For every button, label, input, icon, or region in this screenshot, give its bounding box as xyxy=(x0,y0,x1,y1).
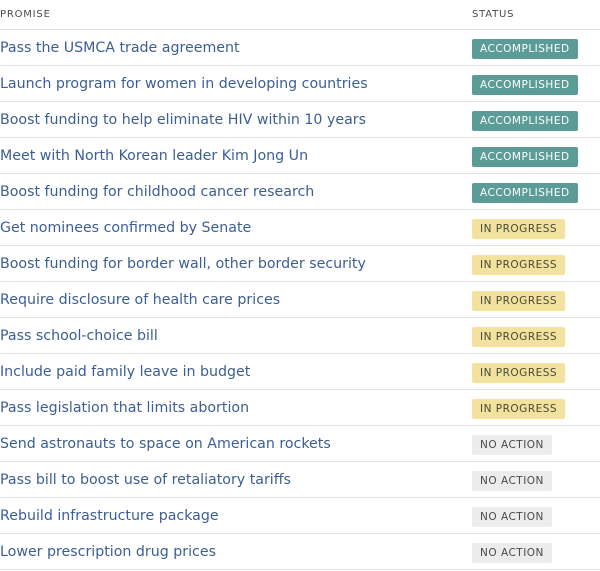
promise-link[interactable]: Pass school-choice bill xyxy=(0,328,472,344)
promise-link[interactable]: Get nominees confirmed by Senate xyxy=(0,220,472,236)
promise-link[interactable]: Pass legislation that limits abortion xyxy=(0,400,472,416)
promise-column-header: PROMISE xyxy=(0,9,51,20)
status-cell: IN PROGRESS xyxy=(472,253,600,275)
status-badge: IN PROGRESS xyxy=(472,326,566,347)
promise-link[interactable]: Meet with North Korean leader Kim Jong U… xyxy=(0,148,472,164)
status-badge: NO ACTION xyxy=(472,470,552,491)
status-cell: ACCOMPLISHED xyxy=(472,181,600,203)
status-badge: ACCOMPLISHED xyxy=(472,74,578,95)
status-column-header: STATUS xyxy=(472,9,515,20)
status-cell: ACCOMPLISHED xyxy=(472,37,600,59)
promise-link[interactable]: Lower prescription drug prices xyxy=(0,544,472,560)
table-row: Send astronauts to space on American roc… xyxy=(0,426,600,462)
table-row: Lower prescription drug prices NO ACTION xyxy=(0,534,600,570)
table-row: Boost funding for border wall, other bor… xyxy=(0,246,600,282)
status-cell: ACCOMPLISHED xyxy=(472,109,600,131)
status-cell: ACCOMPLISHED xyxy=(472,145,600,167)
table-row: Launch program for women in developing c… xyxy=(0,66,600,102)
status-badge: NO ACTION xyxy=(472,434,552,455)
status-cell: ACCOMPLISHED xyxy=(472,73,600,95)
status-badge: NO ACTION xyxy=(472,506,552,527)
status-badge: ACCOMPLISHED xyxy=(472,146,578,167)
table-row: Pass legislation that limits abortion IN … xyxy=(0,390,600,426)
status-cell: NO ACTION xyxy=(472,433,600,455)
table-row: Boost funding to help eliminate HIV with… xyxy=(0,102,600,138)
status-cell: IN PROGRESS xyxy=(472,397,600,419)
table-row: Include paid family leave in budget IN PR… xyxy=(0,354,600,390)
table-row: Pass school-choice bill IN PROGRESS xyxy=(0,318,600,354)
status-cell: IN PROGRESS xyxy=(472,217,600,239)
promise-link[interactable]: Boost funding for childhood cancer resea… xyxy=(0,184,472,200)
table-header: PROMISE STATUS xyxy=(0,0,600,30)
promise-link[interactable]: Pass the USMCA trade agreement xyxy=(0,40,472,56)
status-badge: IN PROGRESS xyxy=(472,398,566,419)
status-badge: IN PROGRESS xyxy=(472,218,566,239)
table-row: Meet with North Korean leader Kim Jong U… xyxy=(0,138,600,174)
status-cell: NO ACTION xyxy=(472,469,600,491)
table-row: Get nominees confirmed by Senate IN PROGR… xyxy=(0,210,600,246)
status-cell: NO ACTION xyxy=(472,505,600,527)
status-cell: IN PROGRESS xyxy=(472,325,600,347)
promise-link[interactable]: Send astronauts to space on American roc… xyxy=(0,436,472,452)
table-row: Pass the USMCA trade agreement ACCOMPLISH… xyxy=(0,30,600,66)
status-cell: NO ACTION xyxy=(472,541,600,563)
promise-tracker-table: PROMISE STATUS Pass the USMCA trade agre… xyxy=(0,0,600,570)
status-badge: ACCOMPLISHED xyxy=(472,38,578,59)
status-badge: IN PROGRESS xyxy=(472,362,566,383)
promise-link[interactable]: Launch program for women in developing c… xyxy=(0,76,472,92)
table-body: Pass the USMCA trade agreement ACCOMPLISH… xyxy=(0,30,600,570)
promise-link[interactable]: Include paid family leave in budget xyxy=(0,364,472,380)
table-row: Pass bill to boost use of retaliatory ta… xyxy=(0,462,600,498)
status-badge: ACCOMPLISHED xyxy=(472,110,578,131)
table-row: Rebuild infrastructure package NO ACTION xyxy=(0,498,600,534)
status-badge: IN PROGRESS xyxy=(472,254,566,275)
status-cell: IN PROGRESS xyxy=(472,289,600,311)
status-badge: ACCOMPLISHED xyxy=(472,182,578,203)
status-badge: NO ACTION xyxy=(472,542,552,563)
promise-link[interactable]: Require disclosure of health care prices xyxy=(0,292,472,308)
status-badge: IN PROGRESS xyxy=(472,290,566,311)
table-row: Require disclosure of health care prices… xyxy=(0,282,600,318)
promise-link[interactable]: Pass bill to boost use of retaliatory ta… xyxy=(0,472,472,488)
promise-link[interactable]: Rebuild infrastructure package xyxy=(0,508,472,524)
promise-link[interactable]: Boost funding to help eliminate HIV with… xyxy=(0,112,472,128)
promise-link[interactable]: Boost funding for border wall, other bor… xyxy=(0,256,472,272)
table-row: Boost funding for childhood cancer resea… xyxy=(0,174,600,210)
status-cell: IN PROGRESS xyxy=(472,361,600,383)
